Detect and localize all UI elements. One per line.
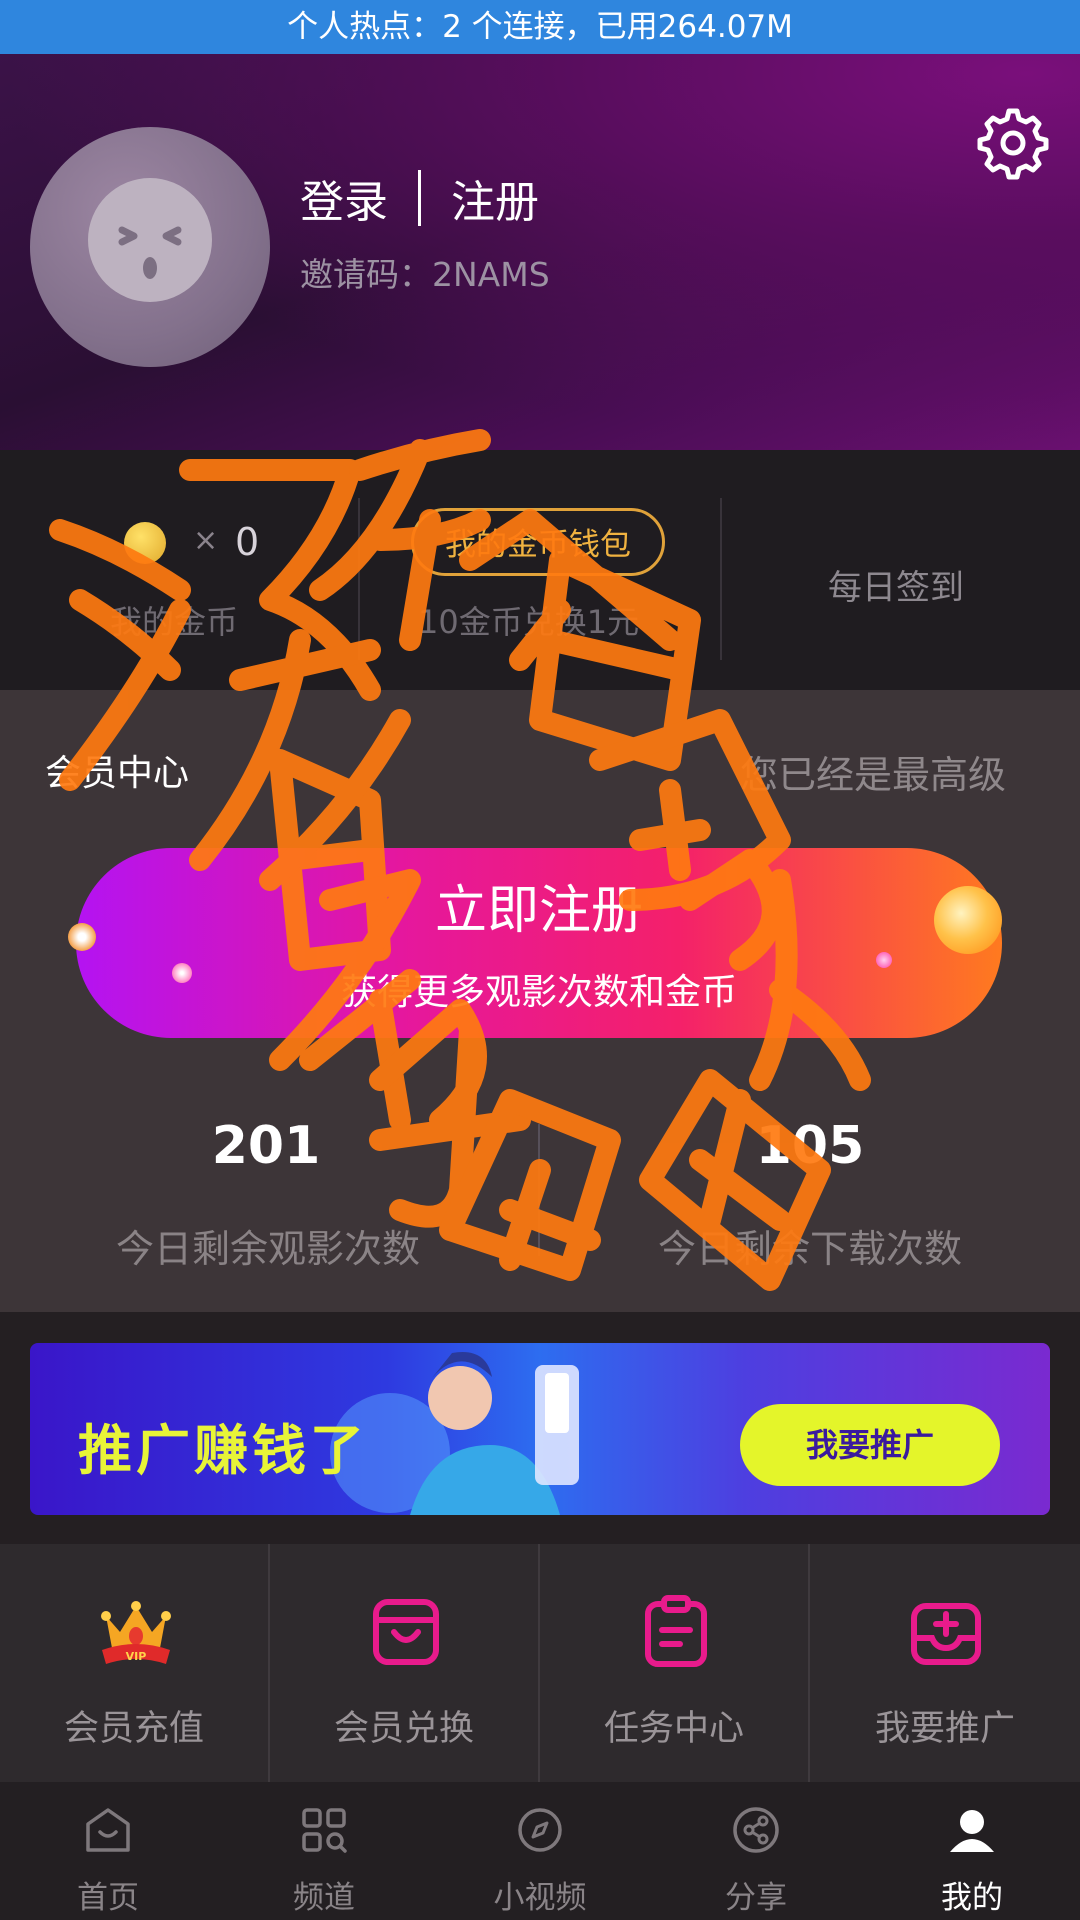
promote-item[interactable]: 我要推广 <box>810 1544 1080 1782</box>
home-icon <box>86 1808 130 1852</box>
task-center-item[interactable]: 任务中心 <box>540 1544 810 1782</box>
coin-multiplier: × <box>193 523 219 558</box>
promote-tray-icon <box>911 1603 981 1665</box>
coin-count: 0 <box>235 520 260 564</box>
login-link[interactable]: 登录 <box>300 166 388 230</box>
nav-home[interactable]: 首页 <box>0 1782 216 1920</box>
my-coins-label[interactable]: 我的金币 <box>110 597 238 643</box>
grid-label: 任务中心 <box>603 1709 744 1749</box>
member-exchange-item[interactable]: 会员兑换 <box>270 1544 540 1782</box>
views-left-count: 201 <box>211 1116 321 1176</box>
daily-checkin-button[interactable]: 每日签到 <box>828 560 964 609</box>
vip-crown-icon: VIP <box>101 1601 171 1664</box>
gear-icon[interactable] <box>975 105 1051 181</box>
bottom-nav: 首页 频道 小视频 分享 我的 <box>0 1782 1080 1920</box>
register-link[interactable]: 注册 <box>451 166 539 230</box>
register-now-title: 立即注册 <box>434 881 643 941</box>
views-left-label: 今日剩余观影次数 <box>115 1227 420 1271</box>
grid-label: 会员充值 <box>63 1709 204 1749</box>
divider <box>720 498 722 660</box>
nav-label: 首页 <box>77 1880 139 1916</box>
avatar-face-icon <box>88 178 212 302</box>
vip-recharge-item[interactable]: VIP 会员充值 <box>0 1544 270 1782</box>
svg-text:VIP: VIP <box>126 1650 147 1663</box>
channels-grid-icon <box>302 1808 347 1853</box>
invite-code: 邀请码：2NAMS <box>300 255 550 294</box>
nav-label: 小视频 <box>493 1880 587 1916</box>
exchange-bag-icon <box>373 1599 439 1665</box>
auth-links: 登录 注册 <box>300 168 539 228</box>
nav-label: 分享 <box>725 1880 787 1916</box>
share-icon <box>733 1807 779 1853</box>
nav-share[interactable]: 分享 <box>648 1782 864 1920</box>
nav-channels[interactable]: 频道 <box>216 1782 432 1920</box>
divider <box>538 1124 540 1256</box>
exchange-rate-text: 10金币兑换1元 <box>418 603 640 641</box>
nav-mine[interactable]: 我的 <box>864 1782 1080 1920</box>
downloads-left-count: 105 <box>755 1116 865 1176</box>
promote-button[interactable]: 我要推广 <box>740 1404 1000 1486</box>
coin-wallet-button[interactable]: 我的金币钱包 <box>411 508 665 576</box>
system-status-bar: 个人热点：2 个连接，已用264.07M <box>0 0 1080 54</box>
register-now-subtitle: 获得更多观影次数和金币 <box>340 972 737 1013</box>
grid-label: 我要推广 <box>874 1709 1015 1749</box>
divider <box>358 498 360 660</box>
compass-icon <box>518 1808 562 1852</box>
promo-banner-text: 推广赚钱了 <box>78 1418 368 1482</box>
hotspot-status-text: 个人热点：2 个连接，已用264.07M <box>287 9 793 45</box>
nav-label: 我的 <box>941 1880 1003 1916</box>
clipboard-icon <box>645 1595 707 1667</box>
feature-grid: VIP 会员充值 会员兑换 任务中心 我要推广 <box>0 1544 1080 1782</box>
member-center-title: 会员中心 <box>45 753 190 794</box>
nav-short-video[interactable]: 小视频 <box>432 1782 648 1920</box>
user-icon <box>950 1810 994 1852</box>
coin-icon <box>124 522 166 564</box>
nav-label: 频道 <box>293 1880 355 1916</box>
auth-divider <box>418 170 421 226</box>
member-level-status: 您已经是最高级 <box>740 753 1007 797</box>
downloads-left-label: 今日剩余下载次数 <box>657 1227 962 1271</box>
grid-label: 会员兑换 <box>333 1709 474 1749</box>
